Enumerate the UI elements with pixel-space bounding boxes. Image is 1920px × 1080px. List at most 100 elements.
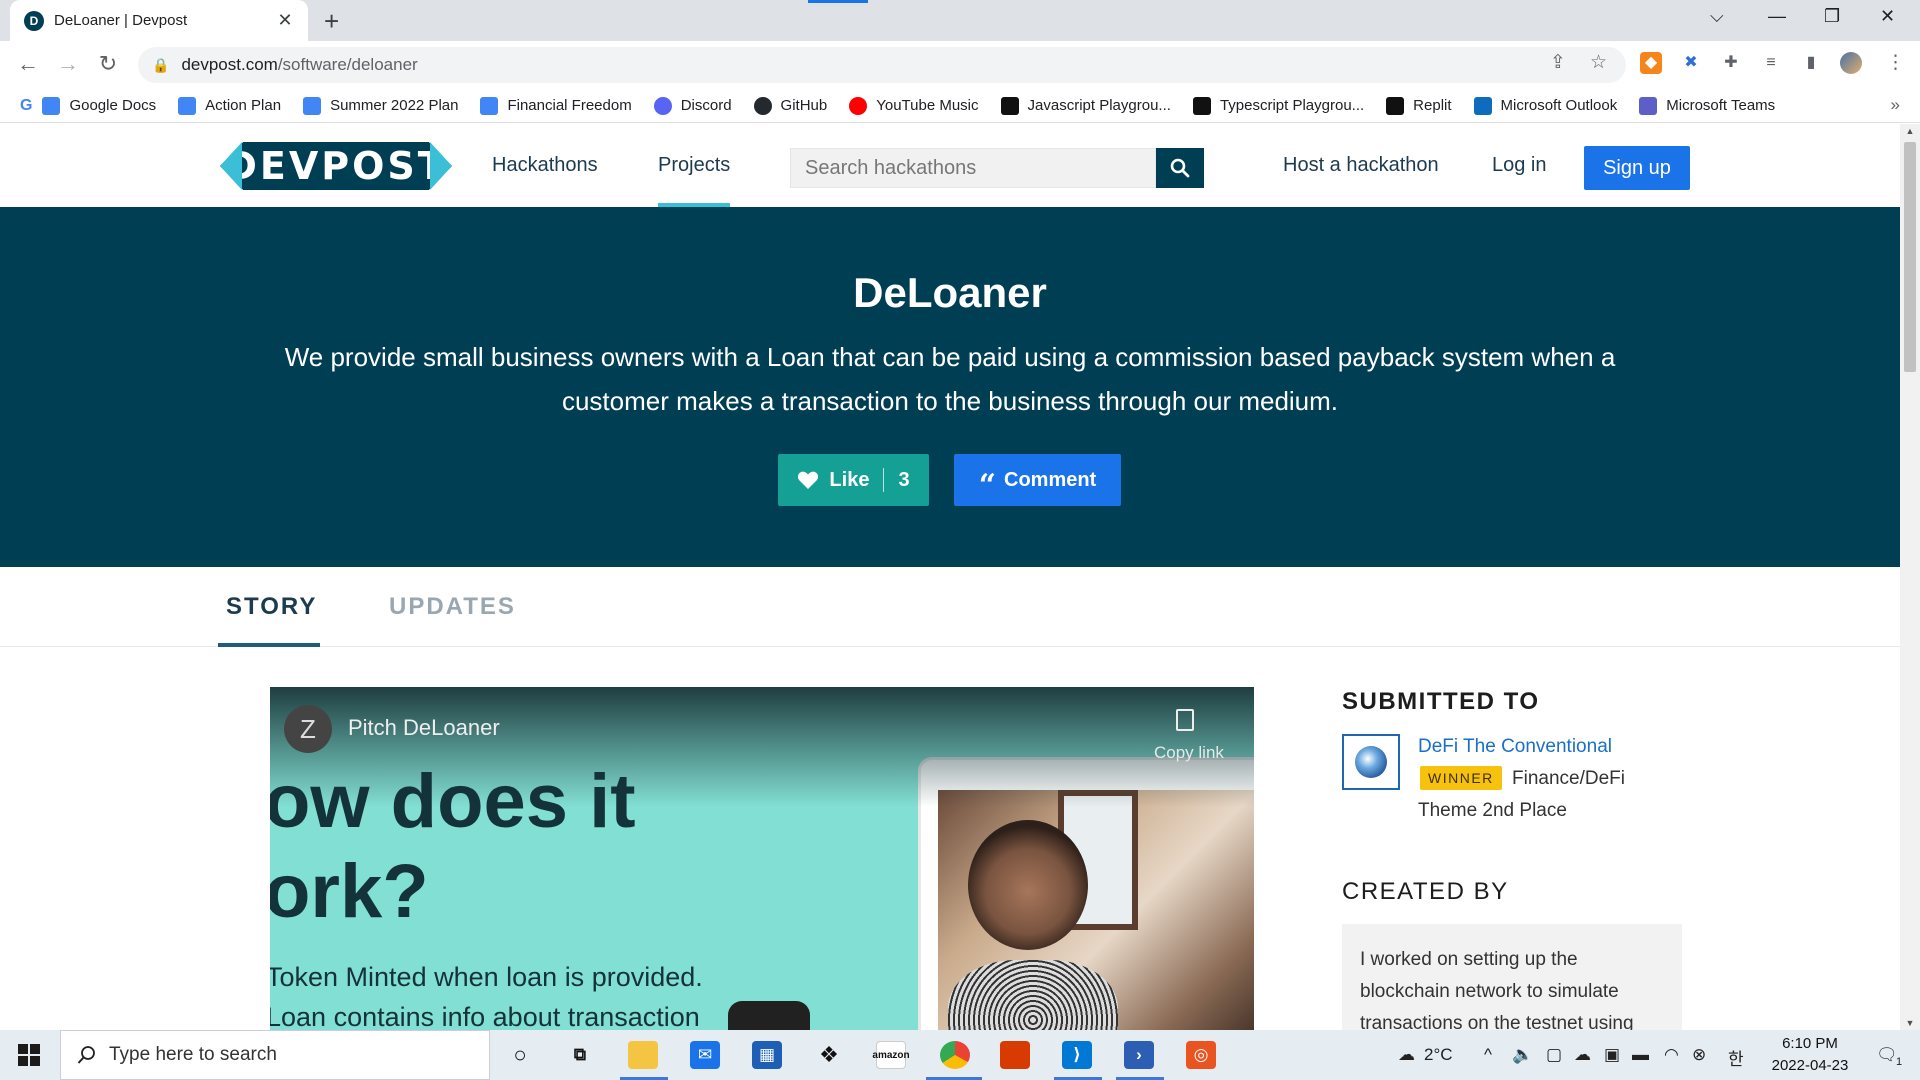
search-input[interactable]: Search hackathons [790,148,1156,188]
project-tabs: STORY UPDATES [0,567,1900,647]
taskbar-search-input[interactable]: Type here to search [60,1030,490,1080]
media-control-icon[interactable]: ≡ [1760,52,1782,74]
tab-updates[interactable]: UPDATES [389,593,516,621]
submitted-to-heading: SUBMITTED TO [1342,688,1540,715]
bookmark-item[interactable]: Financial Freedom [480,96,632,115]
no-network-icon[interactable]: ⊗ [1692,1045,1706,1065]
metamask-extension-icon[interactable]: ◆ [1640,52,1662,74]
notification-count: 1 [1896,1056,1903,1068]
meet-now-icon[interactable]: ▢ [1546,1045,1562,1065]
browser-tab-active[interactable]: D DeLoaner | Devpost ✕ [10,0,308,41]
bookmark-item[interactable]: Google Docs [42,96,156,115]
bookmark-item[interactable]: GitHub [753,96,827,115]
devpost-logo[interactable]: DEVPOST [220,142,452,190]
scrollbar-thumb[interactable] [1904,142,1916,372]
contribution-line-3: transactions on the testnet using [1360,1013,1634,1030]
chrome-icon[interactable] [940,1041,970,1069]
host-hackathon-link[interactable]: Host a hackathon [1283,154,1439,177]
more-bookmarks-icon[interactable]: » [1891,95,1900,115]
scroll-down-icon[interactable]: ▼ [1900,1018,1920,1028]
puzzle-extensions-icon[interactable]: ✚ [1720,52,1742,74]
battery-icon[interactable]: ▬ [1632,1045,1649,1065]
close-window-icon[interactable]: ✕ [1880,6,1895,27]
office-icon[interactable] [1000,1041,1030,1069]
nav-projects[interactable]: Projects [658,154,730,177]
notification-center-icon[interactable]: 🗨 [1876,1045,1898,1065]
search-icon [77,1046,95,1064]
hackathon-link[interactable]: DeFi The Conventional [1418,736,1612,758]
bookmark-star-icon[interactable]: ☆ [1590,51,1607,74]
tab-search-chevron-icon[interactable]: ⌵ [1710,6,1724,27]
ime-indicator[interactable]: 한 [1728,1045,1744,1070]
file-explorer-icon[interactable] [628,1041,658,1069]
cortana-icon[interactable]: ○ [505,1041,535,1069]
bookmark-item[interactable]: Discord [653,96,732,115]
minimize-icon[interactable]: — [1768,6,1786,27]
back-icon[interactable]: ← [14,51,42,77]
clock-date: 2022-04-23 [1771,1057,1849,1074]
google-icon[interactable]: G [20,97,32,115]
new-tab-icon[interactable]: + [324,8,339,34]
login-link[interactable]: Log in [1492,154,1547,177]
bookmark-item[interactable]: YouTube Music [849,96,979,115]
onedrive-icon[interactable]: ☁ [1574,1045,1591,1065]
temperature[interactable]: 2°C [1424,1045,1453,1065]
video-body-line2: Loan contains info about transaction [270,1002,700,1030]
windows-start-icon[interactable] [18,1044,40,1066]
bookmark-item[interactable]: Summer 2022 Plan [303,96,458,115]
store-icon[interactable]: ▦ [752,1041,782,1069]
video-title[interactable]: Pitch DeLoaner [348,715,500,741]
extension-icon[interactable]: ✖ [1680,52,1702,74]
wifi-icon[interactable]: ◠ [1664,1045,1679,1065]
logo-edge-left [220,142,242,190]
tab-story[interactable]: STORY [226,593,317,621]
task-view-icon[interactable]: ⧉ [565,1041,595,1069]
chrome-menu-icon[interactable]: ⋮ [1886,51,1905,74]
share-icon[interactable]: ⇪ [1550,51,1566,74]
close-tab-icon[interactable]: ✕ [274,10,296,31]
dropbox-icon[interactable]: ❖ [814,1041,844,1069]
copy-link-icon[interactable] [1176,709,1194,731]
bookmark-item[interactable]: Microsoft Teams [1639,96,1775,115]
forward-icon[interactable]: → [54,51,82,77]
like-button[interactable]: Like 3 [778,454,929,506]
powershell-icon[interactable]: › [1124,1041,1154,1069]
system-clock[interactable]: 6:10 PM 2022-04-23 [1768,1033,1852,1077]
signup-button[interactable]: Sign up [1584,146,1690,190]
side-panel-icon[interactable]: ▮ [1800,52,1822,74]
bookmark-label: Microsoft Outlook [1500,97,1618,114]
project-hero: DeLoaner We provide small business owner… [0,207,1900,567]
lock-icon[interactable]: 🔒 [152,57,169,74]
tray-chevron-icon[interactable]: ^ [1484,1045,1492,1065]
address-bar[interactable]: 🔒 devpost.com/software/deloaner [138,47,1626,83]
bookmark-label: Action Plan [205,97,282,114]
profile-avatar[interactable] [1840,52,1862,74]
created-by-heading: CREATED BY [1342,878,1509,905]
video-body-line1: Token Minted when loan is provided. [270,962,703,992]
weather-icon[interactable]: ☁ [1398,1045,1415,1065]
pitch-video-embed[interactable]: ow does it ork? Token Minted when loan i… [270,687,1254,1030]
scroll-up-icon[interactable]: ▲ [1900,126,1920,136]
channel-avatar[interactable]: Z [284,705,332,753]
comment-button[interactable]: “ Comment [954,454,1121,506]
bookmark-item[interactable]: Action Plan [178,96,282,115]
video-play-button[interactable] [728,1001,810,1030]
bookmark-item[interactable]: Replit [1386,96,1452,115]
vscode-icon[interactable]: ⟩ [1062,1041,1092,1069]
bookmark-item[interactable]: Microsoft Outlook [1473,96,1618,115]
nav-hackathons[interactable]: Hackathons [492,154,598,177]
bookmark-item[interactable]: Javascript Playgrou... [1000,96,1171,115]
reload-icon[interactable]: ↻ [94,51,122,77]
hackathon-logo[interactable] [1342,734,1400,790]
restore-icon[interactable]: ❐ [1824,6,1840,27]
url-text: devpost.com/software/deloaner [181,55,417,75]
copy-link-label[interactable]: Copy link [1154,743,1224,763]
amazon-icon[interactable]: amazon [872,1041,910,1069]
volume-icon[interactable]: 🔈 [1512,1045,1533,1065]
ubuntu-icon[interactable]: ◎ [1186,1041,1216,1069]
search-button[interactable] [1156,148,1204,188]
bookmark-item[interactable]: Typescript Playgrou... [1192,96,1364,115]
mail-icon[interactable]: ✉ [690,1041,720,1069]
page-scrollbar[interactable]: ▲ ▼ [1900,124,1920,1030]
display-icon[interactable]: ▣ [1604,1045,1620,1065]
